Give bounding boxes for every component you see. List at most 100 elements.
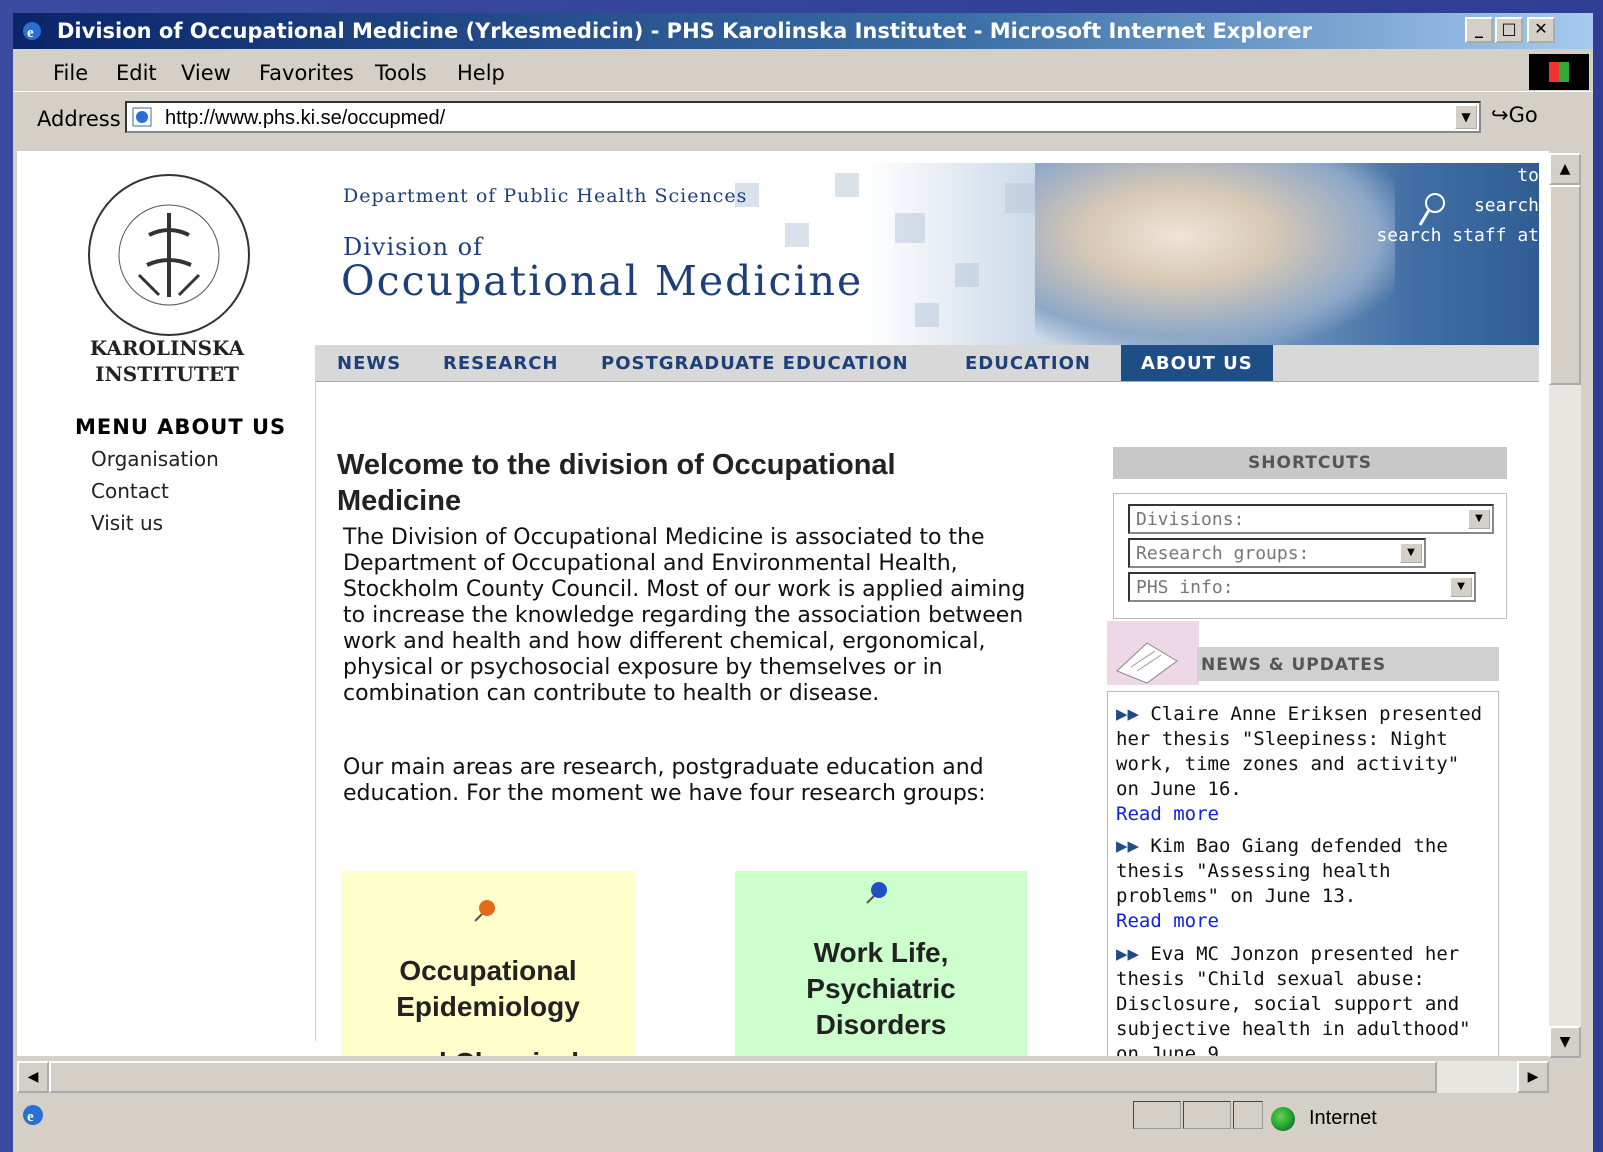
page-status-icon: e: [23, 1105, 43, 1125]
read-more-link[interactable]: Read more: [1116, 803, 1219, 825]
title-bar[interactable]: e Division of Occupational Medicine (Yrk…: [13, 13, 1593, 49]
go-arrow-icon: ↪: [1491, 103, 1509, 127]
areas-paragraph: Our main areas are research, postgraduat…: [343, 755, 986, 806]
main-nav: NEWS RESEARCH POSTGRADUATE EDUCATION EDU…: [315, 345, 1539, 382]
search-link-to[interactable]: to: [1517, 165, 1539, 186]
status-cell: [1183, 1101, 1231, 1129]
svg-text:e: e: [27, 1109, 34, 1125]
nav-news[interactable]: NEWS: [337, 353, 401, 374]
news-heading: NEWS & UPDATES: [1201, 655, 1387, 675]
horizontal-scrollbar[interactable]: ◀ ▶: [17, 1061, 1549, 1093]
search-staff-link[interactable]: search staff at: [1376, 225, 1539, 246]
go-button[interactable]: ↪Go: [1491, 103, 1538, 127]
group-title-2-line-3: Disorders: [815, 1009, 947, 1040]
read-more-link[interactable]: Read more: [1116, 910, 1219, 932]
banner-pattern: [955, 263, 979, 287]
site-title: Occupational Medicine: [341, 257, 864, 305]
banner-pattern: [835, 173, 859, 197]
menu-tools[interactable]: Tools: [375, 61, 427, 85]
horizontal-scroll-thumb[interactable]: [49, 1061, 1437, 1093]
minimize-button[interactable]: _: [1465, 17, 1493, 43]
nav-postgraduate-education[interactable]: POSTGRADUATE EDUCATION: [601, 353, 909, 374]
address-bar: Address http://www.phs.ki.se/occupmed/ ▼…: [13, 95, 1593, 139]
side-menu-heading: MENU ABOUT US: [75, 415, 287, 439]
research-group-box-1[interactable]: Occupational Epidemiology and Chemical: [341, 871, 635, 1056]
karolinska-seal-logo: [88, 174, 250, 336]
chevron-down-icon: ▼: [1468, 509, 1490, 529]
vertical-scrollbar[interactable]: ▲ ▼: [1549, 153, 1581, 1058]
side-menu-organisation[interactable]: Organisation: [91, 447, 219, 471]
nav-about-us-label: ABOUT US: [1141, 353, 1253, 374]
content-divider: [315, 381, 316, 1041]
news-item-text: Eva MC Jonzon presented her thesis "Chil…: [1116, 943, 1471, 1056]
scientists-photo: [1035, 163, 1395, 345]
chevron-down-icon: ▼: [1400, 543, 1422, 563]
pin-icon: [474, 900, 495, 922]
close-button[interactable]: ✕: [1527, 17, 1555, 43]
chevron-down-icon: ▼: [1450, 577, 1472, 597]
research-groups-select[interactable]: Research groups: ▼: [1128, 538, 1426, 568]
news-item-text: Kim Bao Giang defended the thesis "Asses…: [1116, 835, 1448, 907]
side-menu-contact[interactable]: Contact: [91, 479, 169, 503]
banner-pattern: [915, 303, 939, 327]
menu-bar: File Edit View Favorites Tools Help: [13, 51, 1593, 92]
side-menu-visit[interactable]: Visit us: [91, 511, 163, 535]
news-item-text: Claire Anne Eriksen presented her thesis…: [1116, 703, 1483, 800]
double-arrow-icon: ▶▶: [1116, 703, 1139, 725]
page-icon: [132, 107, 152, 127]
divisions-select[interactable]: Divisions: ▼: [1128, 504, 1494, 534]
news-item: ▶▶ Kim Bao Giang defended the thesis "As…: [1116, 834, 1492, 934]
group-title-2-line-2: Psychiatric: [806, 973, 956, 1004]
nav-education[interactable]: EDUCATION: [965, 353, 1091, 374]
browser-window: e Division of Occupational Medicine (Yrk…: [13, 13, 1593, 1152]
go-label: Go: [1508, 103, 1538, 127]
notepad-icon: [1107, 621, 1199, 685]
double-arrow-icon: ▶▶: [1116, 943, 1139, 965]
news-item: ▶▶ Claire Anne Eriksen presented her the…: [1116, 702, 1492, 827]
banner-pattern: [1005, 183, 1035, 213]
nav-research[interactable]: RESEARCH: [443, 353, 558, 374]
menu-view[interactable]: View: [181, 61, 231, 85]
search-link[interactable]: search: [1474, 195, 1539, 216]
scroll-up-arrow-icon[interactable]: ▲: [1549, 153, 1581, 185]
banner-pattern: [785, 223, 809, 247]
scroll-left-arrow-icon[interactable]: ◀: [17, 1061, 49, 1093]
group-title-1-line-2: Epidemiology: [396, 991, 580, 1022]
department-name: Department of Public Health Sciences: [343, 185, 748, 207]
windows-logo-throbber: [1529, 54, 1589, 90]
banner-pattern: [895, 213, 925, 243]
scroll-right-arrow-icon[interactable]: ▶: [1517, 1061, 1549, 1093]
news-item: ▶▶ Eva MC Jonzon presented her thesis "C…: [1116, 942, 1492, 1056]
vertical-scroll-thumb[interactable]: [1549, 185, 1581, 385]
menu-file[interactable]: File: [53, 61, 88, 85]
window-title: Division of Occupational Medicine (Yrkes…: [57, 19, 1312, 43]
double-arrow-icon: ▶▶: [1116, 835, 1139, 857]
group-title-2-line-1: Work Life,: [813, 937, 949, 968]
search-icon[interactable]: [1417, 191, 1447, 229]
intro-paragraph: The Division of Occupational Medicine is…: [343, 525, 1026, 706]
svg-text:e: e: [27, 25, 34, 41]
menu-help[interactable]: Help: [457, 61, 505, 85]
news-heading-bar: NEWS & UPDATES: [1197, 647, 1499, 681]
logo-line-1: KAROLINSKA: [89, 336, 245, 360]
address-dropdown-button[interactable]: ▼: [1455, 105, 1477, 129]
address-url: http://www.phs.ki.se/occupmed/: [165, 107, 446, 129]
nav-about-us[interactable]: ABOUT US: [1121, 345, 1273, 381]
windows-flag-icon: [1549, 62, 1569, 82]
divisions-select-value: Divisions:: [1136, 509, 1245, 530]
menu-edit[interactable]: Edit: [116, 61, 157, 85]
menu-favorites[interactable]: Favorites: [259, 61, 354, 85]
news-list: ▶▶ Claire Anne Eriksen presented her the…: [1107, 691, 1499, 1056]
address-input[interactable]: http://www.phs.ki.se/occupmed/ ▼: [125, 101, 1481, 133]
scroll-down-arrow-icon[interactable]: ▼: [1549, 1026, 1581, 1058]
maximize-button[interactable]: □: [1495, 17, 1523, 43]
pin-icon: [866, 882, 887, 904]
status-cell: [1233, 1101, 1263, 1129]
phs-info-select[interactable]: PHS info: ▼: [1128, 572, 1476, 602]
status-cell: [1133, 1101, 1181, 1129]
research-groups-select-value: Research groups:: [1136, 543, 1310, 564]
shortcuts-heading: SHORTCUTS: [1248, 453, 1372, 473]
group-title-1-line-3: and Chemical: [341, 1045, 635, 1056]
research-group-box-2[interactable]: Work Life, Psychiatric Disorders: [735, 871, 1027, 1056]
status-bar: e Internet: [13, 1097, 1593, 1133]
